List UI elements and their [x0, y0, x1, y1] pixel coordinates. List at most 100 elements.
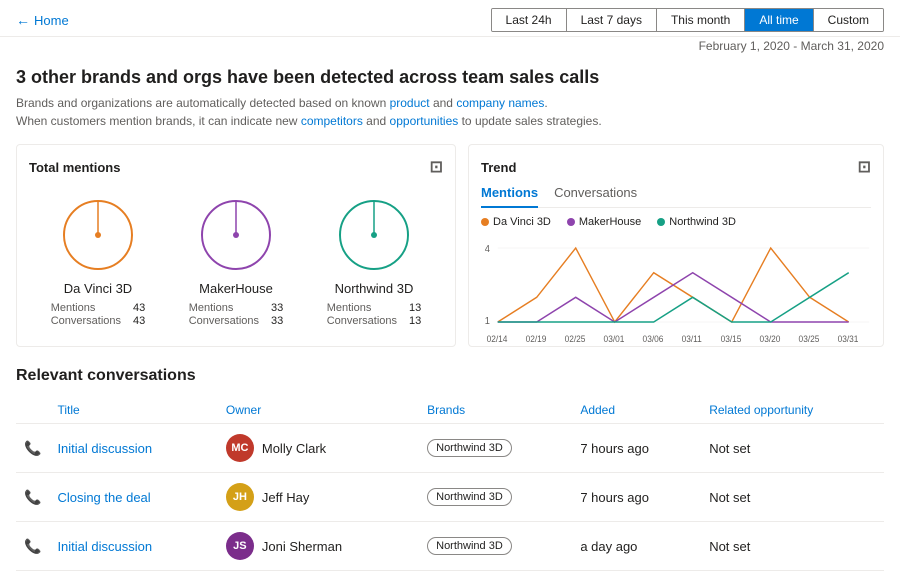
makerhouse-circle [196, 195, 276, 275]
svg-text:02/25: 02/25 [565, 334, 586, 344]
svg-text:03/15: 03/15 [721, 334, 742, 344]
row-opportunity: Not set [701, 424, 884, 473]
filter-alltime[interactable]: All time [745, 9, 813, 31]
svg-text:03/11: 03/11 [682, 334, 702, 344]
legend-davinci: Da Vinci 3D [481, 216, 551, 228]
competitors-link[interactable]: competitors [301, 114, 363, 128]
subtitle-line1: Brands and organizations are automatical… [16, 96, 548, 110]
table-row: 📞 Closing the deal JH Jeff Hay Northwind… [16, 473, 884, 522]
filter-last7days[interactable]: Last 7 days [567, 9, 657, 31]
back-button[interactable]: ← Home [16, 12, 69, 28]
brand-tag: Northwind 3D [427, 439, 512, 457]
trend-card: Trend ⊡ Mentions Conversations Da Vinci … [468, 144, 884, 347]
table-header: Title Owner Brands Added Related opportu… [16, 397, 884, 424]
filter-last24h[interactable]: Last 24h [492, 9, 567, 31]
table-header-row: Title Owner Brands Added Related opportu… [16, 397, 884, 424]
time-filter-group: Last 24h Last 7 days This month All time… [491, 8, 884, 32]
th-icon [16, 397, 49, 424]
svg-text:1: 1 [485, 316, 490, 327]
davinci-circle [58, 195, 138, 275]
brands-row: Da Vinci 3D Mentions 43 Conversations 43 [29, 185, 443, 333]
brand-makerhouse: MakerHouse Mentions 33 Conversations 33 [189, 195, 284, 327]
legend-dot-davinci [481, 218, 489, 226]
section-title-conversations: Relevant conversations [16, 367, 884, 385]
owner-name: Jeff Hay [262, 490, 309, 505]
row-added: a day ago [572, 522, 701, 571]
date-range: February 1, 2020 - March 31, 2020 [0, 37, 900, 59]
table-row: 📞 Initial discussion MC Molly Clark Nort… [16, 424, 884, 473]
row-added: 7 hours ago [572, 473, 701, 522]
filter-thismonth[interactable]: This month [657, 9, 745, 31]
owner-avatar: MC [226, 434, 254, 462]
davinci-name: Da Vinci 3D [64, 281, 132, 296]
product-link[interactable]: product [390, 96, 430, 110]
chart-legend: Da Vinci 3D MakerHouse Northwind 3D [481, 216, 871, 228]
main-content: 3 other brands and orgs have been detect… [0, 67, 900, 587]
legend-dot-northwind [657, 218, 665, 226]
th-brands: Brands [419, 397, 572, 424]
svg-text:03/20: 03/20 [760, 334, 781, 344]
back-arrow-icon: ← [16, 12, 30, 28]
row-phone-icon: 📞 [16, 424, 49, 473]
th-title[interactable]: Title [49, 397, 217, 424]
northwind-circle [334, 195, 414, 275]
svg-text:03/31: 03/31 [838, 334, 859, 344]
davinci-stats: Mentions 43 Conversations 43 [51, 302, 146, 327]
row-phone-icon: 📞 [16, 522, 49, 571]
back-label: Home [34, 13, 69, 28]
row-title[interactable]: Closing the deal [49, 473, 217, 522]
trend-tabs: Mentions Conversations [481, 185, 871, 208]
row-added: 7 hours ago [572, 424, 701, 473]
th-opportunity: Related opportunity [701, 397, 884, 424]
cards-row: Total mentions ⊡ Da Vinci 3D Ment [16, 144, 884, 347]
legend-makerhouse: MakerHouse [567, 216, 641, 228]
makerhouse-name: MakerHouse [199, 281, 273, 296]
row-phone-icon: 📞 [16, 473, 49, 522]
mentions-share-icon[interactable]: ⊡ [430, 157, 443, 177]
svg-text:03/01: 03/01 [604, 334, 625, 344]
tab-mentions[interactable]: Mentions [481, 185, 538, 208]
svg-text:03/06: 03/06 [643, 334, 664, 344]
row-brand: Northwind 3D [419, 522, 572, 571]
owner-name: Molly Clark [262, 441, 326, 456]
row-opportunity: Not set [701, 522, 884, 571]
th-owner: Owner [218, 397, 419, 424]
row-brand: Northwind 3D [419, 424, 572, 473]
legend-label-northwind: Northwind 3D [669, 216, 736, 228]
row-owner: MC Molly Clark [218, 424, 419, 473]
owner-avatar: JH [226, 483, 254, 511]
row-opportunity: Not set [701, 473, 884, 522]
northwind-circle-svg [334, 195, 414, 275]
legend-dot-makerhouse [567, 218, 575, 226]
brand-tag: Northwind 3D [427, 488, 512, 506]
davinci-circle-svg [58, 195, 138, 275]
row-title[interactable]: Initial discussion [49, 522, 217, 571]
trend-share-icon[interactable]: ⊡ [858, 157, 871, 177]
filter-custom[interactable]: Custom [814, 9, 883, 31]
brand-tag: Northwind 3D [427, 537, 512, 555]
northwind-stats: Mentions 13 Conversations 13 [327, 302, 422, 327]
svg-text:02/14: 02/14 [487, 334, 508, 344]
th-added: Added [572, 397, 701, 424]
opportunities-link[interactable]: opportunities [390, 114, 459, 128]
row-owner: JH Jeff Hay [218, 473, 419, 522]
card-title-trend: Trend ⊡ [481, 157, 871, 177]
table-row: 📞 Initial discussion JS Joni Sherman Nor… [16, 522, 884, 571]
northwind-name: Northwind 3D [335, 281, 414, 296]
company-link[interactable]: company names [456, 96, 544, 110]
brand-davinci: Da Vinci 3D Mentions 43 Conversations 43 [51, 195, 146, 327]
row-title[interactable]: Initial discussion [49, 424, 217, 473]
card-title-mentions: Total mentions ⊡ [29, 157, 443, 177]
page-title: 3 other brands and orgs have been detect… [16, 67, 884, 88]
subtitle-line2: When customers mention brands, it can in… [16, 114, 602, 128]
legend-northwind: Northwind 3D [657, 216, 736, 228]
svg-text:02/19: 02/19 [526, 334, 547, 344]
tab-conversations[interactable]: Conversations [554, 185, 637, 208]
legend-label-davinci: Da Vinci 3D [493, 216, 551, 228]
table-body: 📞 Initial discussion MC Molly Clark Nort… [16, 424, 884, 571]
svg-text:03/25: 03/25 [799, 334, 820, 344]
makerhouse-stats: Mentions 33 Conversations 33 [189, 302, 284, 327]
legend-label-makerhouse: MakerHouse [579, 216, 641, 228]
brand-northwind: Northwind 3D Mentions 13 Conversations 1… [327, 195, 422, 327]
trend-chart-svg: 4 1 02/14 02/19 02/25 03/ [481, 234, 871, 344]
